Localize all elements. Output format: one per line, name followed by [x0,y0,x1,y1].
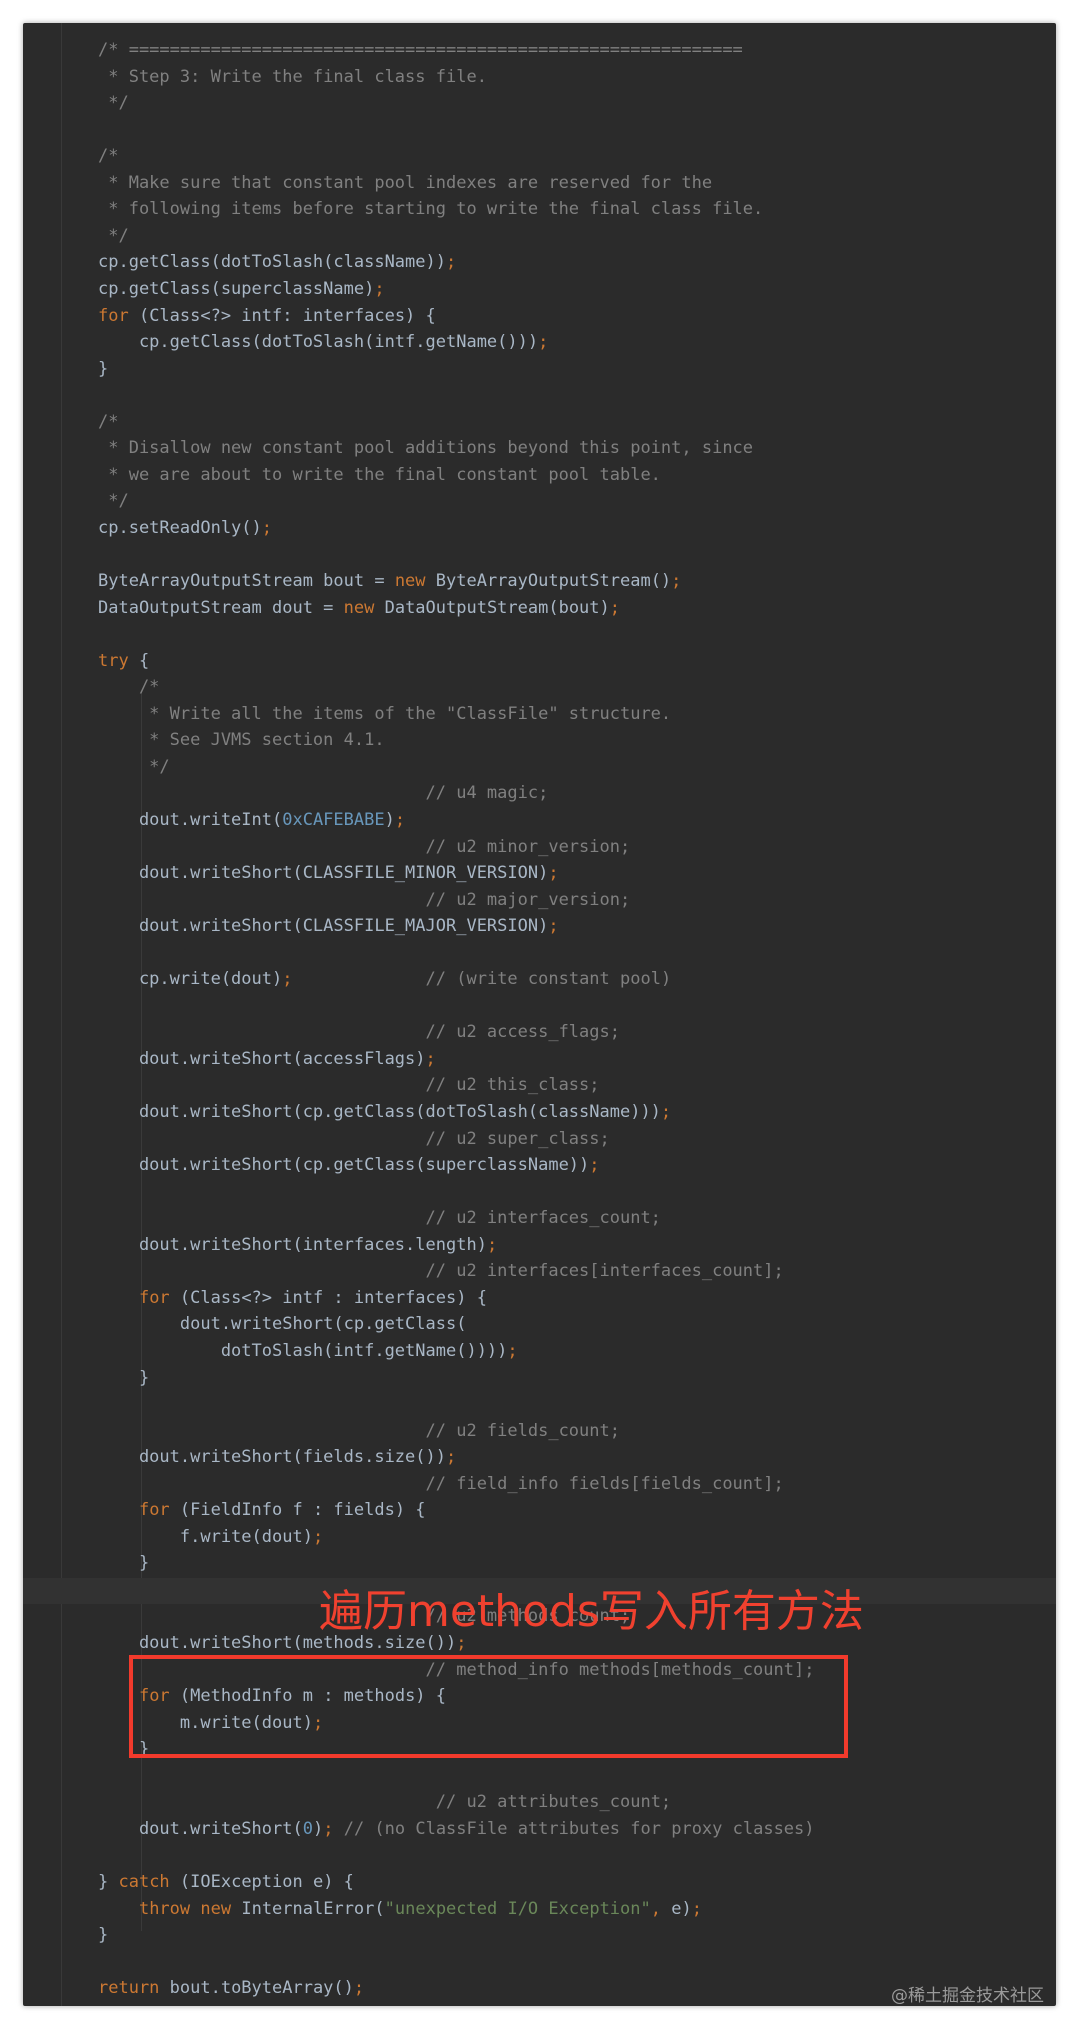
code-line: * Write all the items of the "ClassFile"… [98,703,672,724]
code-line: * Disallow new constant pool additions b… [98,438,754,459]
code-line: dotToSlash(intf.getName()))); [98,1340,518,1361]
code-line: * See JVMS section 4.1. [98,730,385,751]
code-line: return bout.toByteArray(); [98,1978,365,1999]
code-line: // u4 magic; [425,783,549,804]
code-line: } [98,1553,150,1574]
code-line: // u2 minor_version; [425,836,631,857]
code-line: // u2 super_class; [425,1128,610,1149]
code-line: */ [98,491,129,512]
code-line: dout.writeShort(CLASSFILE_MAJOR_VERSION)… [98,916,559,937]
code-line: // u2 attributes_count; [435,1792,672,1813]
code-line: // u2 fields_count; [425,1420,620,1441]
code-line: // u2 interfaces_count; [425,1208,661,1229]
code-line: } [98,358,109,379]
code-line: // u2 this_class; [425,1075,600,1096]
code-line: dout.writeShort(cp.getClass(dotToSlash(c… [98,1102,672,1122]
code-line: cp.getClass(dotToSlash(intf.getName())); [98,332,549,353]
code-line: * we are about to write the final consta… [98,464,661,485]
code-line: // field_info fields[fields_count]; [425,1473,784,1494]
code-line: } catch (IOException e) { [98,1871,354,1892]
code-line: * Step 3: Write the final class file. [98,66,487,87]
code-line: /* [98,146,119,167]
code-line: } [98,1925,109,1946]
code-line: dout.writeShort(0); // (no ClassFile att… [98,1818,815,1839]
code-line: */ [98,225,129,246]
annotation-label: 遍历methods写入所有方法 [319,1586,864,1637]
code-line: try { [98,650,150,671]
code-line: */ [98,93,129,114]
code-line: dout.writeShort(CLASSFILE_MINOR_VERSION)… [98,863,559,884]
code-line: // u2 access_flags; [425,1022,620,1043]
watermark: @稀土掘金技术社区 [891,1986,1044,2006]
code-line: // u2 interfaces[interfaces_count]; [425,1261,784,1282]
code-line: dout.writeShort(cp.getClass(superclassNa… [98,1155,600,1176]
code-line: cp.setReadOnly(); [98,517,273,538]
gutter-divider [61,23,62,2006]
code-line: * Make sure that constant pool indexes a… [98,172,713,193]
code-line: dout.writeShort(interfaces.length); [98,1234,498,1255]
code-line: cp.getClass(dotToSlash(className)); [98,252,457,273]
code-line: dout.writeShort(cp.getClass( [98,1314,467,1335]
code-line: for (Class<?> intf: interfaces) { [98,305,436,326]
code-line: throw new InternalError("unexpected I/O … [138,1898,702,1919]
code-editor[interactable]: /* =====================================… [23,23,1056,2006]
code-line: cp.getClass(superclassName); [98,278,385,299]
code-line: for (Class<?> intf : interfaces) { [138,1287,487,1308]
code-line: for (FieldInfo f : fields) { [138,1500,426,1521]
code-line: } [98,1367,150,1388]
annotation-highlight-box [129,1655,848,1758]
code-line: dout.writeShort(fields.size()); [98,1447,457,1468]
code-line: ByteArrayOutputStream bout = new ByteArr… [98,571,682,591]
code-line: */ [98,756,170,777]
code-line: /* [98,677,160,698]
code-line: f.write(dout); [98,1526,324,1547]
code-line: // u2 major_version; [425,889,631,910]
code-line: /* =====================================… [98,40,743,60]
code-line: dout.writeShort(accessFlags); [98,1048,436,1069]
code-line: dout.writeInt(0xCAFEBABE); [98,809,406,830]
code-line: * following items before starting to wri… [98,199,764,220]
code-line: DataOutputStream dout = new DataOutputSt… [98,597,621,618]
code-line: /* [98,411,119,432]
code-line: cp.write(dout); // (write constant pool) [98,969,672,990]
